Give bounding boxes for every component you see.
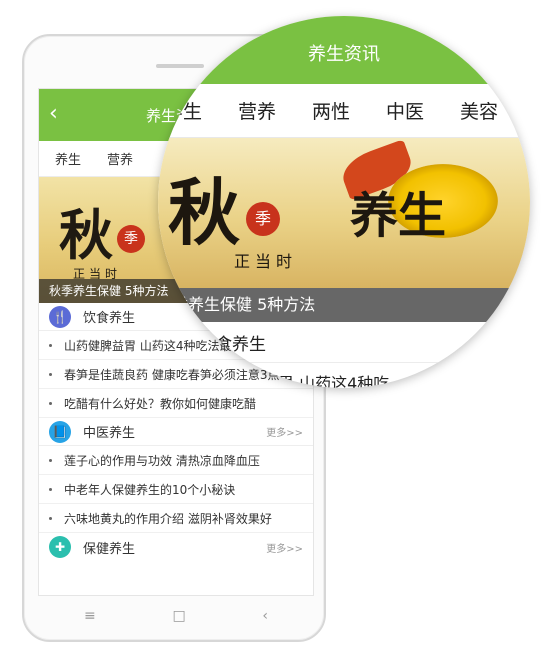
bullet-icon (49, 372, 52, 376)
back-nav-icon[interactable]: ‹ (262, 608, 268, 624)
mag-banner-subline: 正当时 (234, 252, 298, 271)
list-item[interactable]: 莲子心的作用与功效 清热凉血降血压 (39, 446, 313, 475)
bullet-icon (49, 516, 52, 520)
bullet-icon (49, 458, 52, 462)
list-item-text: 中老年人保健养生的10个小秘诀 (64, 482, 236, 497)
mag-banner-circle: 季 (246, 202, 280, 236)
list-item[interactable]: 吃醋有什么好处？教你如何健康吃醋 (39, 389, 313, 418)
list-item-text: 吃醋有什么好处？教你如何健康吃醋 (64, 396, 257, 411)
more-link[interactable]: 更多>> (266, 424, 303, 439)
list-item-text: 莲子心的作用与功效 清热凉血降血压 (64, 453, 260, 468)
magnifier-callout: 养生资讯 养生 营养 两性 中医 美容 秋 季 正当时 养生 季养生保健 5种方… (158, 16, 530, 388)
list-item[interactable]: 六味地黄丸的作用介绍 滋阴补肾效果好 (39, 504, 313, 533)
mag-tab[interactable]: 美容 (460, 97, 498, 124)
tab-yingyang[interactable]: 营养 (107, 149, 133, 168)
bullet-icon (49, 401, 52, 405)
list-item-text: 六味地黄丸的作用介绍 滋阴补肾效果好 (64, 511, 272, 526)
book-icon: 📘 (49, 420, 71, 443)
bullet-icon (49, 343, 52, 347)
mag-tab[interactable]: 两性 (312, 97, 350, 124)
mag-banner: 秋 季 正当时 养生 (158, 138, 530, 288)
list-item-text: 春笋是佳蔬良药 健康吃春笋必须注意3点 (64, 367, 280, 382)
list-item[interactable]: 中老年人保健养生的10个小秘诀 (39, 475, 313, 504)
section-title: 保健养生 (83, 541, 136, 557)
home-icon[interactable]: □ (172, 608, 185, 624)
mag-banner-caption: 季养生保健 5种方法 (158, 288, 530, 322)
mag-tabs: 养生 营养 两性 中医 美容 (158, 84, 530, 138)
mag-tab[interactable]: 营养 (238, 97, 276, 124)
section-title: 饮食养生 (83, 311, 136, 326)
menu-icon[interactable]: ≡ (84, 608, 96, 624)
mag-title: 养生资讯 (308, 44, 380, 65)
tab-yangsheng[interactable]: 养生 (55, 149, 81, 168)
mag-tab[interactable]: 养生 (164, 97, 202, 124)
mag-banner-right-text: 养生 (350, 188, 447, 244)
more-link[interactable]: 更多>> (266, 540, 303, 555)
section-tcm: 📘 中医养生 更多>> (39, 418, 313, 446)
banner-circle: 季 (117, 225, 145, 253)
utensils-icon: 🍴 (49, 305, 71, 328)
bullet-icon (49, 487, 52, 491)
mag-tab[interactable]: 中医 (386, 97, 424, 124)
android-nav-bar: ≡ □ ‹ (84, 604, 268, 628)
mag-divider (158, 362, 530, 363)
mag-section-title: 饮食养生 (198, 335, 266, 355)
banner-big-text: 秋 (59, 203, 113, 267)
mag-list-item[interactable]: 果 山药这4种吃 (278, 370, 389, 388)
fitness-icon: ✚ (49, 536, 71, 558)
mag-more-link[interactable]: 更 (512, 334, 524, 351)
section-title: 中医养生 (83, 426, 136, 441)
mag-banner-big-text: 秋 (168, 170, 241, 255)
section-health: ✚ 保健养生 更多>> (39, 533, 313, 561)
